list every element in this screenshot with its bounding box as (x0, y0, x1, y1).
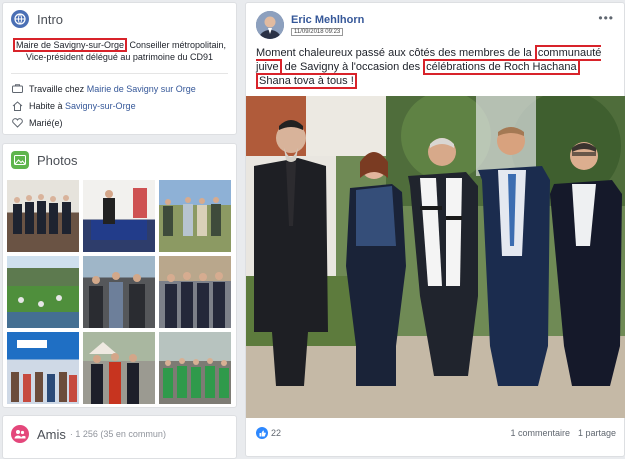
bio-rest-2: Vice-président délégué au patrimoine du … (26, 52, 213, 62)
post-photo[interactable] (246, 96, 625, 418)
photo-thumb-7[interactable] (7, 332, 79, 404)
photo-thumb-8[interactable] (83, 332, 155, 404)
lives-row: Habite à Savigny-sur-Orge (3, 97, 236, 114)
bio-rest-1: Conseiller métropolitain, (127, 40, 227, 50)
post-text: Moment chaleureux passé aux côtés des me… (256, 45, 624, 89)
photo-thumb-2[interactable] (83, 180, 155, 252)
more-options-icon[interactable]: ••• (598, 11, 614, 25)
highlight-greeting: Shana tova à tous ! (256, 73, 357, 89)
photo-thumb-9[interactable] (159, 332, 231, 404)
photos-header: Photos (3, 144, 236, 176)
intro-divider (11, 73, 228, 74)
friends-header: Amis · 1 256 (35 en commun) (3, 416, 236, 452)
friends-icon (11, 425, 29, 443)
status-row: Marié(e) (3, 114, 236, 131)
photo-grid (7, 180, 231, 404)
photos-title[interactable]: Photos (37, 153, 77, 168)
post-text-2: de Savigny à l'occasion des (281, 61, 424, 73)
intro-header: Intro (3, 3, 236, 35)
photo-thumb-3[interactable] (159, 180, 231, 252)
friends-title[interactable]: Amis (37, 427, 66, 442)
work-link[interactable]: Mairie de Savigny sur Orge (87, 84, 196, 94)
friends-card: Amis · 1 256 (35 en commun) (2, 415, 237, 459)
photos-card: Photos (2, 143, 237, 408)
friends-count: · 1 256 (35 en commun) (69, 429, 166, 439)
post-footer: 22 1 commentaire 1 partage (256, 427, 616, 439)
post-text-1: Moment chaleureux passé aux côtés des me… (256, 47, 535, 59)
intro-card: Intro Maire de Savigny-sur-Orge Conseill… (2, 2, 237, 135)
photo-thumb-4[interactable] (7, 256, 79, 328)
briefcase-icon (11, 84, 23, 94)
avatar[interactable] (256, 11, 284, 39)
photo-thumb-6[interactable] (159, 256, 231, 328)
lives-link[interactable]: Savigny-sur-Orge (65, 101, 136, 111)
like-icon[interactable] (256, 427, 268, 439)
bio-text: Maire de Savigny-sur-Orge Conseiller mét… (3, 35, 236, 63)
work-row: Travaille chez Mairie de Savigny sur Org… (3, 80, 236, 97)
heart-icon (11, 117, 23, 128)
post-card: Eric Mehlhorn 11/09/2018 09:23 ••• Momen… (245, 2, 625, 457)
work-prefix: Travaille chez (29, 83, 85, 94)
home-icon (11, 100, 23, 111)
post-timestamp: 11/09/2018 09:23 (291, 28, 344, 36)
photo-thumb-5[interactable] (83, 256, 155, 328)
photo-thumb-1[interactable] (7, 180, 79, 252)
comment-count[interactable]: 1 commentaire (510, 428, 570, 438)
bio-highlight: Maire de Savigny-sur-Orge (12, 38, 127, 52)
status-text: Marié(e) (29, 117, 63, 128)
lives-prefix: Habite à (29, 100, 63, 111)
highlight-celebrations: célébrations de Roch Hachana (423, 59, 580, 75)
photos-icon (11, 151, 29, 169)
share-count[interactable]: 1 partage (578, 428, 616, 438)
like-count[interactable]: 22 (271, 428, 281, 438)
intro-title: Intro (37, 11, 64, 27)
globe-icon (11, 10, 29, 28)
